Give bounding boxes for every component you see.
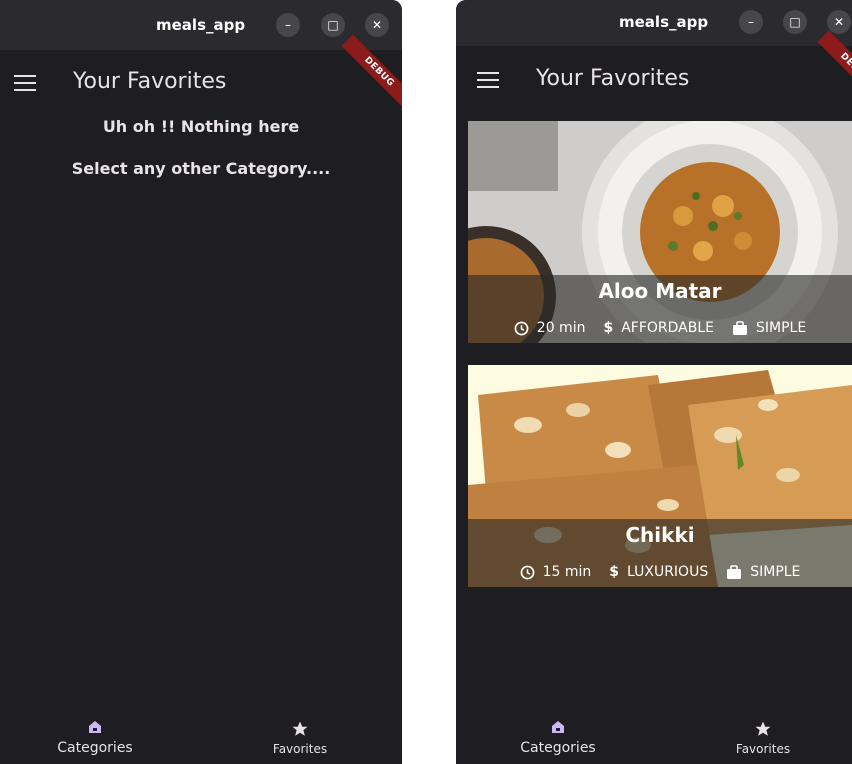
nav-item-favorites[interactable]: Favorites [250, 700, 350, 764]
minimize-button[interactable]: – [739, 10, 763, 34]
menu-icon[interactable] [477, 72, 499, 88]
maximize-button[interactable]: □ [783, 10, 807, 34]
meal-complexity: SIMPLE [756, 320, 807, 336]
maximize-button[interactable]: □ [321, 13, 345, 37]
dollar-icon: $ [609, 564, 620, 580]
page-title: Your Favorites [73, 69, 227, 94]
meal-name: Chikki [625, 523, 695, 547]
meal-duration: 20 min [536, 320, 586, 336]
window-titlebar[interactable]: meals_app – □ ✕ [456, 0, 852, 46]
clock-icon [514, 321, 529, 335]
nav-label-categories: Categories [57, 740, 133, 756]
window-title: meals_app [619, 13, 709, 31]
clock-icon [520, 565, 535, 579]
meal-card[interactable]: Chikki 15 min $ LUXURIOUS SIMPLE [468, 365, 852, 587]
meal-complexity: SIMPLE [750, 564, 801, 580]
close-button[interactable]: ✕ [365, 13, 389, 37]
minimize-button[interactable]: – [276, 13, 300, 37]
empty-hint: Select any other Category.... [71, 159, 331, 178]
briefcase-icon [727, 564, 742, 579]
dollar-icon: $ [603, 320, 614, 336]
nav-item-categories[interactable]: Categories [45, 700, 145, 764]
bottom-navigation: Categories Favorites [456, 700, 852, 764]
menu-icon[interactable] [14, 75, 36, 91]
meal-meta: 15 min $ LUXURIOUS SIMPLE [468, 563, 852, 581]
right-app-window: meals_app – □ ✕ Your Favorites DEBUG Alo… [456, 0, 852, 764]
meal-affordability: LUXURIOUS [627, 564, 709, 580]
star-icon [755, 721, 771, 736]
window-title: meals_app [156, 16, 246, 34]
meal-info-overlay: Chikki 15 min $ LUXURIOUS SIMPLE [468, 519, 852, 587]
nav-item-favorites[interactable]: Favorites [713, 700, 813, 764]
meal-affordability: AFFORDABLE [621, 320, 715, 336]
nav-label-categories: Categories [520, 740, 596, 756]
bottom-navigation: Categories Favorites [0, 700, 402, 764]
window-titlebar[interactable]: meals_app – □ ✕ [0, 0, 402, 50]
nav-label-favorites: Favorites [272, 742, 328, 756]
meal-duration: 15 min [542, 564, 592, 580]
close-button[interactable]: ✕ [827, 10, 851, 34]
category-icon [89, 721, 101, 733]
empty-message: Uh oh !! Nothing here [102, 117, 300, 136]
meal-meta: 20 min $ AFFORDABLE SIMPLE [468, 319, 852, 337]
briefcase-icon [733, 320, 748, 335]
nav-label-favorites: Favorites [735, 742, 791, 756]
meal-info-overlay: Aloo Matar 20 min $ AFFORDABLE SIMPLE [468, 275, 852, 343]
page-title: Your Favorites [536, 66, 690, 91]
left-app-window: meals_app – □ ✕ Your Favorites DEBUG Uh … [0, 0, 402, 764]
star-icon [292, 721, 308, 736]
meal-card[interactable]: Aloo Matar 20 min $ AFFORDABLE SIMPLE [468, 121, 852, 343]
nav-item-categories[interactable]: Categories [508, 700, 608, 764]
meal-name: Aloo Matar [598, 279, 722, 303]
category-icon [552, 721, 564, 733]
